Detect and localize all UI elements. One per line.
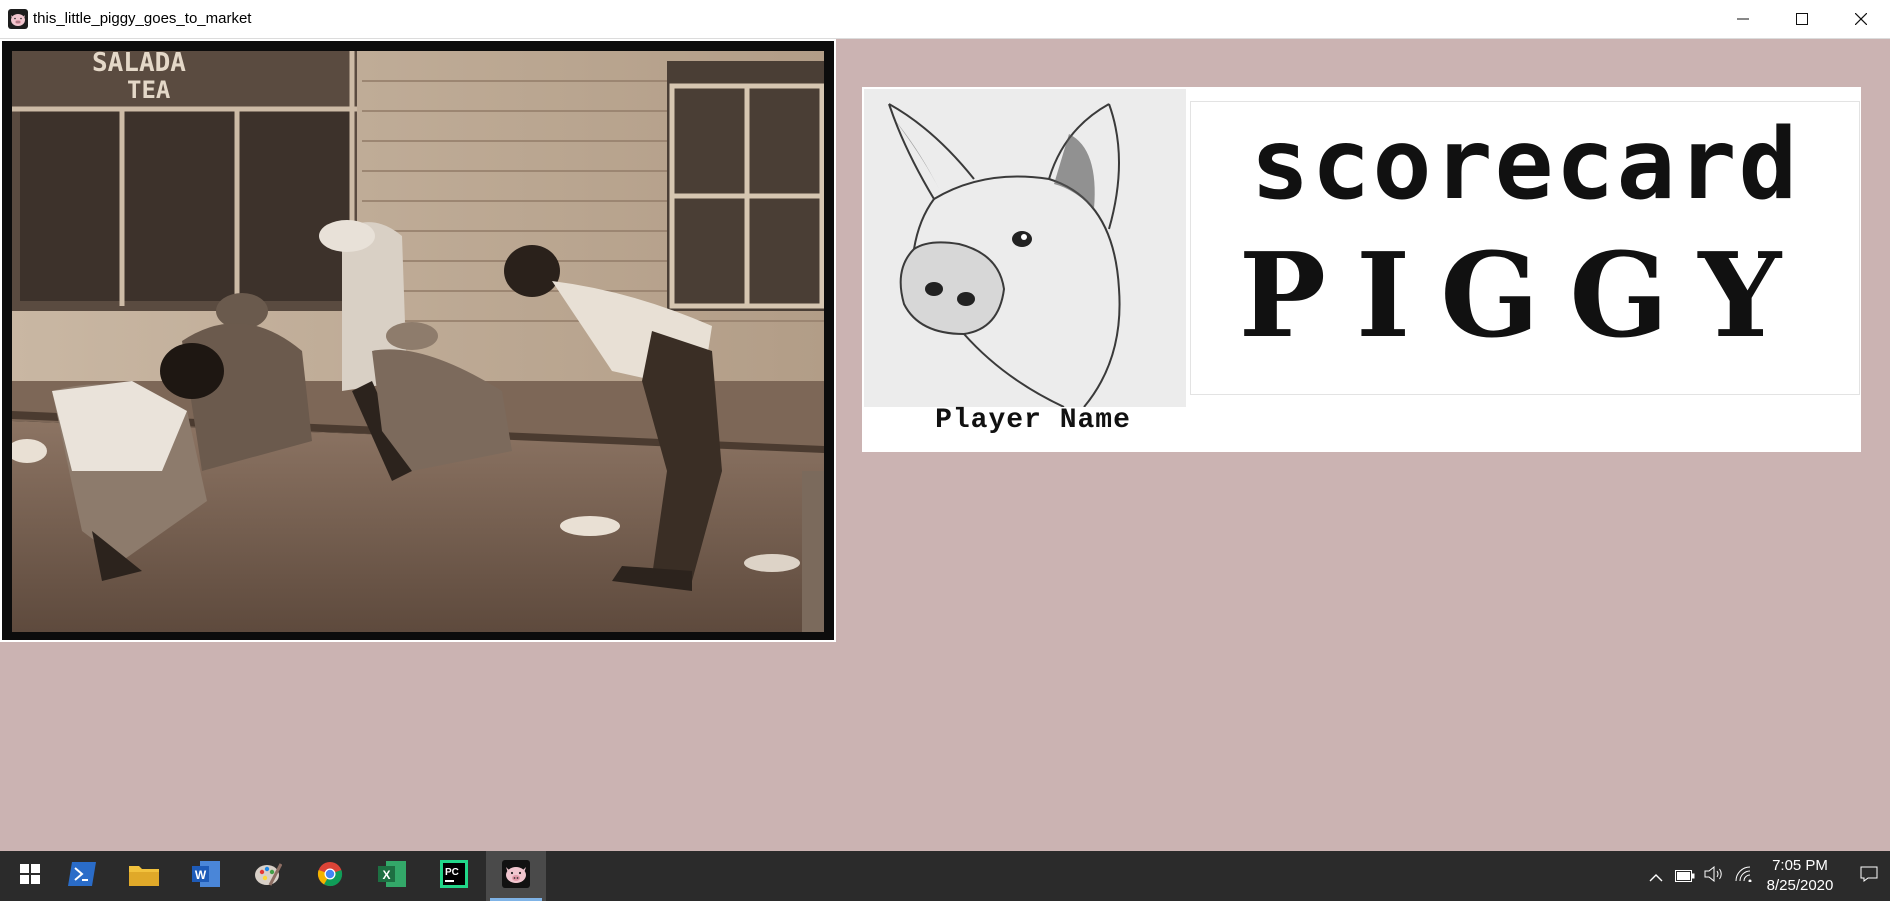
tray-overflow-button[interactable]: [1644, 851, 1668, 901]
vintage-street-photo: SALADA TEA: [12, 51, 824, 632]
powershell-icon: [68, 862, 96, 890]
tray-battery[interactable]: [1672, 851, 1698, 901]
minimize-button[interactable]: [1714, 0, 1772, 38]
minimize-icon: [1737, 13, 1749, 25]
taskbar-word[interactable]: W: [176, 851, 236, 901]
player-name-label: Player Name: [935, 405, 1131, 436]
taskbar-pycharm[interactable]: PC: [424, 851, 484, 901]
windows-icon: [20, 864, 40, 888]
battery-icon: [1675, 867, 1695, 886]
taskbar: W X PC 7:05 PM 8/25/2020: [0, 851, 1890, 901]
svg-text:X: X: [382, 868, 390, 882]
logo-title-piggy: PIGGY: [1238, 228, 1812, 364]
taskbar-clock[interactable]: 7:05 PM 8/25/2020: [1748, 856, 1852, 896]
pycharm-icon: PC: [440, 860, 468, 892]
start-button[interactable]: [0, 851, 60, 901]
svg-text:SALADA: SALADA: [92, 51, 186, 78]
taskbar-powershell[interactable]: [52, 851, 112, 901]
photo-frame: SALADA TEA: [0, 39, 836, 642]
taskbar-file-explorer[interactable]: [114, 851, 174, 901]
taskbar-excel[interactable]: X: [362, 851, 422, 901]
svg-text:W: W: [195, 868, 207, 882]
maximize-button[interactable]: [1773, 0, 1831, 38]
close-icon: [1855, 13, 1867, 25]
window-titlebar[interactable]: this_little_piggy_goes_to_market: [0, 0, 1890, 39]
tray-volume[interactable]: [1701, 851, 1727, 901]
taskbar-paint[interactable]: [238, 851, 298, 901]
paint-icon: [254, 861, 283, 891]
logo-title-scorecard: scorecard: [1250, 108, 1800, 222]
folder-icon: [129, 862, 159, 890]
photo-border: SALADA TEA: [2, 41, 834, 640]
pig-app-icon: [8, 9, 28, 29]
pig-sketch-image: [864, 89, 1186, 407]
word-icon: W: [192, 861, 220, 891]
volume-icon: [1704, 865, 1724, 886]
close-button[interactable]: [1832, 0, 1890, 38]
svg-text:TEA: TEA: [127, 76, 171, 104]
main-content: SALADA TEA Player Name scorecard PIGGY: [0, 39, 1890, 851]
scorecard-logo: scorecard PIGGY: [1190, 101, 1860, 395]
window-title: this_little_piggy_goes_to_market: [33, 10, 252, 27]
chrome-icon: [317, 861, 343, 891]
action-center-button[interactable]: [1854, 851, 1884, 901]
svg-text:PC: PC: [445, 867, 459, 878]
pig-app-icon: [502, 860, 530, 892]
taskbar-chrome[interactable]: [300, 851, 360, 901]
clock-date: 8/25/2020: [1766, 877, 1834, 894]
taskbar-piggy-app[interactable]: [486, 851, 546, 901]
excel-icon: X: [378, 861, 406, 891]
chevron-up-icon: [1649, 867, 1663, 886]
scorecard-panel: Player Name scorecard PIGGY: [862, 87, 1861, 452]
notification-icon: [1860, 866, 1878, 886]
maximize-icon: [1796, 13, 1808, 25]
clock-time: 7:05 PM: [1772, 857, 1828, 874]
